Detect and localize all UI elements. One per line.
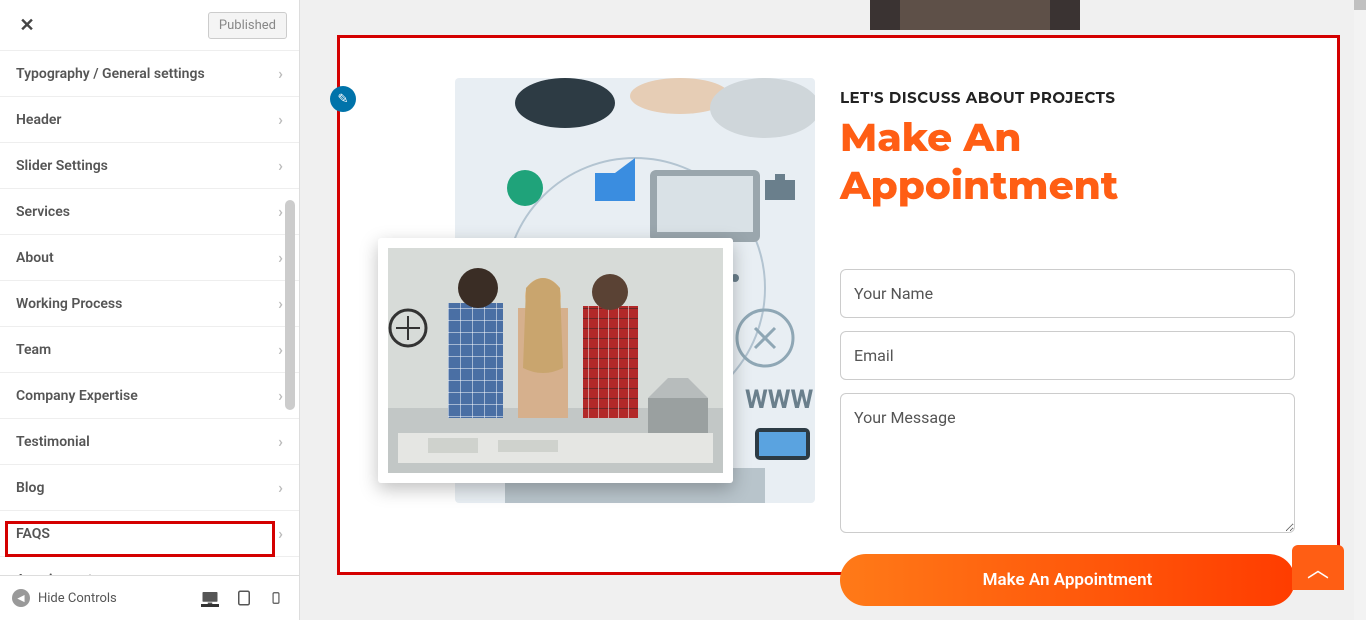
sidebar-item-label: Header xyxy=(16,112,61,128)
sidebar-item-company-expertise[interactable]: Company Expertise › xyxy=(0,372,299,418)
pencil-icon[interactable]: ✎ xyxy=(330,86,356,112)
preview-panel: ✎ WWW xyxy=(300,0,1366,620)
chevron-right-icon: › xyxy=(278,202,283,221)
chevron-right-icon: › xyxy=(278,432,283,451)
sidebar-item-working-process[interactable]: Working Process › xyxy=(0,280,299,326)
sidebar-item-slider[interactable]: Slider Settings › xyxy=(0,142,299,188)
publish-button[interactable]: Published xyxy=(208,12,287,39)
sidebar-item-typography[interactable]: Typography / General settings › xyxy=(0,51,299,96)
sidebar-item-label: Company Expertise xyxy=(16,388,138,404)
section-subtitle: LET'S DISCUSS ABOUT PROJECTS xyxy=(840,88,1295,107)
hide-controls-label: Hide Controls xyxy=(38,591,117,606)
sidebar-item-label: Appoinment xyxy=(16,572,93,576)
sidebar-scrollbar[interactable] xyxy=(285,200,295,410)
preview-scrollbar-thumb[interactable] xyxy=(1354,0,1366,10)
sidebar-item-header[interactable]: Header › xyxy=(0,96,299,142)
sidebar-item-label: FAQS xyxy=(16,526,50,542)
chevron-up-icon: ︿ xyxy=(1307,552,1329,584)
chevron-right-icon: › xyxy=(278,110,283,129)
front-image xyxy=(388,248,723,473)
hero-person-image xyxy=(870,0,1080,30)
tablet-icon[interactable] xyxy=(235,589,253,607)
sidebar-footer: ◄ Hide Controls xyxy=(0,575,299,620)
sidebar-item-about[interactable]: About › xyxy=(0,234,299,280)
device-toggle xyxy=(201,589,287,607)
hide-controls-button[interactable]: ◄ Hide Controls xyxy=(12,589,117,607)
chevron-right-icon: › xyxy=(278,570,283,575)
sidebar-item-label: Services xyxy=(16,204,70,220)
chevron-right-icon: › xyxy=(278,156,283,175)
sidebar-item-team[interactable]: Team › xyxy=(0,326,299,372)
customizer-sidebar: ✕ Published Typography / General setting… xyxy=(0,0,300,620)
sidebar-item-label: Blog xyxy=(16,480,44,496)
name-input[interactable] xyxy=(840,269,1295,318)
chevron-right-icon: › xyxy=(278,340,283,359)
front-image-frame xyxy=(378,238,733,483)
sidebar-item-label: Working Process xyxy=(16,296,122,312)
scroll-to-top-button[interactable]: ︿ xyxy=(1292,545,1344,590)
sidebar-item-testimonial[interactable]: Testimonial › xyxy=(0,418,299,464)
appointment-form: Make An Appointment xyxy=(840,269,1295,606)
appointment-form-area: LET'S DISCUSS ABOUT PROJECTS Make An App… xyxy=(840,88,1295,606)
svg-text:WWW: WWW xyxy=(745,385,814,415)
sidebar-list: Typography / General settings › Header › S… xyxy=(0,51,299,575)
sidebar-item-faqs[interactable]: FAQS › xyxy=(0,510,299,556)
chevron-right-icon: › xyxy=(278,294,283,313)
sidebar-item-label: Slider Settings xyxy=(16,158,108,174)
mobile-icon[interactable] xyxy=(269,589,287,607)
chevron-left-icon: ◄ xyxy=(12,589,30,607)
chevron-right-icon: › xyxy=(278,524,283,543)
sidebar-header: ✕ Published xyxy=(0,0,299,51)
sidebar-item-label: Team xyxy=(16,342,51,358)
message-textarea[interactable] xyxy=(840,393,1295,533)
submit-button[interactable]: Make An Appointment xyxy=(840,554,1295,606)
chevron-right-icon: › xyxy=(278,64,283,83)
sidebar-item-services[interactable]: Services › xyxy=(0,188,299,234)
close-icon[interactable]: ✕ xyxy=(12,10,42,40)
chevron-right-icon: › xyxy=(278,386,283,405)
section-title: Make An Appointment xyxy=(840,113,1295,209)
sidebar-item-label: Typography / General settings xyxy=(16,66,205,82)
sidebar-item-blog[interactable]: Blog › xyxy=(0,464,299,510)
appointment-section: ✎ WWW xyxy=(337,35,1340,575)
chevron-right-icon: › xyxy=(278,248,283,267)
section-images: WWW xyxy=(455,78,815,503)
desktop-icon[interactable] xyxy=(201,589,219,607)
sidebar-item-label: About xyxy=(16,250,54,266)
chevron-right-icon: › xyxy=(278,478,283,497)
sidebar-item-appoinment[interactable]: Appoinment › xyxy=(0,556,299,575)
sidebar-item-label: Testimonial xyxy=(16,434,90,450)
email-input[interactable] xyxy=(840,331,1295,380)
preview-scrollbar-track[interactable] xyxy=(1354,0,1366,620)
